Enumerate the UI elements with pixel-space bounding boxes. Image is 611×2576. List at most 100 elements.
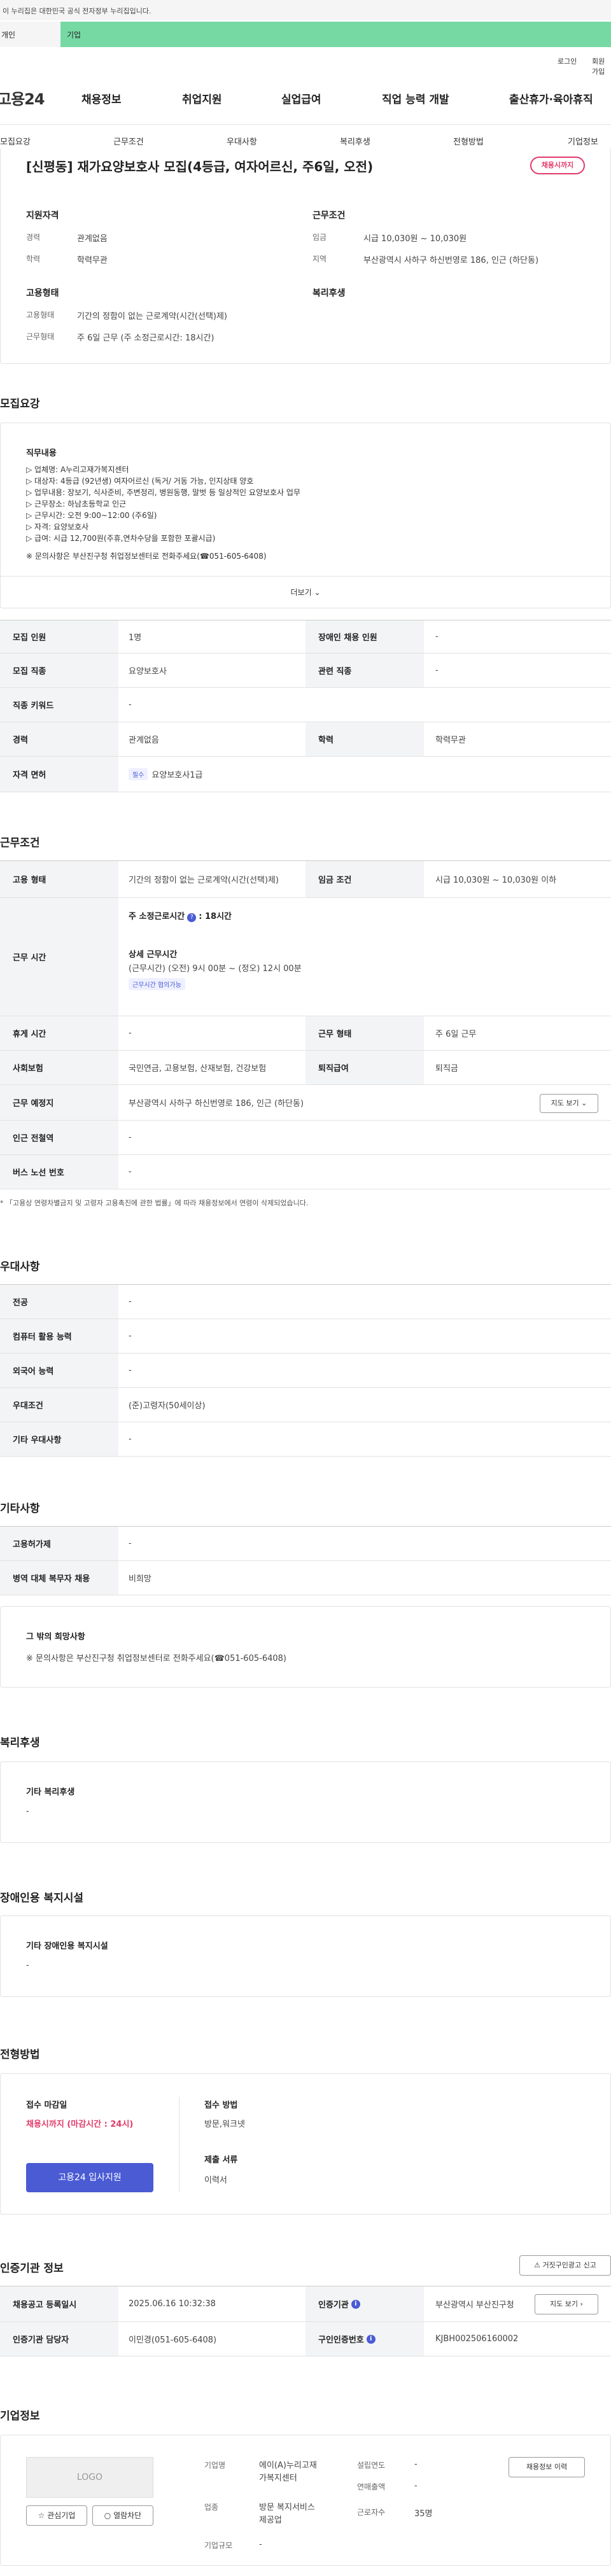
more-button[interactable]: 더보기 ⌄ xyxy=(1,576,610,608)
report-fake-ad-button[interactable]: ⚠ 거짓구인광고 신고 xyxy=(519,2255,611,2276)
circle-icon: ○ xyxy=(104,2511,114,2520)
block-company-button[interactable]: ○ 열람차단 xyxy=(92,2505,153,2526)
process-card: 접수 마감일 채용시까지 (마감시간 : 24시) 고용24 입사지원 접수 방… xyxy=(0,2073,611,2215)
age-notice: * 「고용상 연령차별금지 및 고령자 고용촉진에 관한 법률」에 따라 채용정… xyxy=(0,1199,309,1207)
section-nav-welfare[interactable]: 복리후생 xyxy=(340,135,370,147)
emp-type-label: 고용 형태 xyxy=(0,861,118,897)
detail-hours-title: 상세 근무시간 xyxy=(129,950,178,960)
worktype-value: 주 6일 근무 (주 소정근로시간: 18시간) xyxy=(77,333,214,343)
welfare-title: 복리후생 xyxy=(313,288,346,298)
gnb-employment-support[interactable]: 취업지원 xyxy=(182,90,222,106)
company-heading: 기업정보 xyxy=(0,2410,40,2423)
welfare-card-title: 기타 복리후생 xyxy=(26,1788,75,1797)
docs-value: 이력서 xyxy=(204,2176,227,2185)
wage-cond-label: 임금 조건 xyxy=(306,861,424,897)
etc-table: 고용허가제 - 병역 대체 복무자 채용 비희망 xyxy=(0,1526,611,1595)
fav-company-button[interactable]: ☆ 관심기업 xyxy=(26,2505,87,2526)
language-value: - xyxy=(129,1366,132,1375)
conditions-heading: 근무조건 xyxy=(0,837,40,850)
gnb-parental-leave[interactable]: 출산휴가·육아휴직 xyxy=(509,90,593,106)
chevron-down-icon: ⌄ xyxy=(581,1099,587,1107)
apply-button[interactable]: 고용24 입사지원 xyxy=(26,2163,153,2192)
disab-card-title: 기타 장애인용 복지시설 xyxy=(26,1942,108,1951)
cert-no-value: KJBH002506160002 xyxy=(435,2334,519,2344)
disabled-hire-value: - xyxy=(435,632,439,641)
major-value: - xyxy=(129,1297,132,1306)
section-nav-conditions[interactable]: 근무조건 xyxy=(113,135,144,147)
other-pref-label: 기타 우대사항 xyxy=(0,1422,118,1456)
related-job-label: 관련 직종 xyxy=(306,654,424,687)
gnb-jobs[interactable]: 채용정보 xyxy=(81,90,122,106)
deadline-label: 접수 마감일 xyxy=(26,2101,67,2110)
tab-personal[interactable]: 개인 xyxy=(0,22,60,47)
region-value: 부산광역시 사하구 하신번영로 186, 인근 (하단동) xyxy=(363,256,539,265)
career-label: 경력 xyxy=(26,233,41,242)
map-button[interactable]: 지도 보기 ⌄ xyxy=(540,1094,598,1113)
job-title: [신평동] 재가요양보호사 모집(4등급, 여자어르신, 주6일, 오전) xyxy=(26,159,374,174)
cert-org-label: 인증기관 xyxy=(318,2300,349,2310)
recruit-heading: 모집요강 xyxy=(0,398,40,410)
subway-label: 인근 전철역 xyxy=(0,1121,118,1154)
table-row: 사회보험 국민연금, 고용보험, 산재보험, 건강보험 퇴직급여 퇴직금 xyxy=(0,1051,611,1085)
history-button[interactable]: 채용정보 이력 xyxy=(509,2457,585,2477)
pref-cond-value: (준)고령자(50세이상) xyxy=(129,1401,206,1411)
military-label: 병역 대체 복무자 채용 xyxy=(0,1561,118,1595)
size-label: 기업규모 xyxy=(204,2541,233,2550)
company-name-label: 기업명 xyxy=(204,2461,226,2470)
cert-map-button[interactable]: 지도 보기 › xyxy=(535,2294,598,2314)
cond-title: 근무조건 xyxy=(313,211,346,221)
table-row: 전공 - xyxy=(0,1285,611,1319)
tab-business[interactable]: 기업 xyxy=(60,22,611,47)
disabled-hire-label: 장애인 채용 인원 xyxy=(306,620,424,653)
table-row: 휴게 시간 - 근무 형태 주 6일 근무 xyxy=(0,1016,611,1051)
worktype-label: 근무형태 xyxy=(26,332,55,341)
chevron-down-icon: ⌄ xyxy=(311,588,321,597)
gnb-unemployment-benefit[interactable]: 실업급여 xyxy=(281,90,321,106)
method-value: 방문,워크넷 xyxy=(204,2120,245,2129)
section-nav-process[interactable]: 전형방법 xyxy=(453,135,484,147)
permit-label: 고용허가제 xyxy=(0,1527,118,1560)
weekly-hours-label: 주 소정근로시간 xyxy=(129,912,185,921)
map-button-label: 지도 보기 xyxy=(551,1099,579,1107)
computer-value: - xyxy=(129,1331,132,1341)
hours-label: 근무 시간 xyxy=(0,898,118,1016)
military-value: 비희망 xyxy=(129,1574,151,1584)
company-name-line: 에이(A)누리고재 xyxy=(259,2461,317,2470)
gnb-vocational-training[interactable]: 직업 능력 개발 xyxy=(382,90,449,106)
info-icon[interactable]: i xyxy=(366,2334,376,2344)
duty-line: ▷ 대상자: 4등급 (92년생) 여자어르신 (독거/ 거동 가능, 인지상태… xyxy=(26,477,254,486)
info-icon[interactable]: i xyxy=(351,2299,360,2309)
wage-cond-value: 시급 10,030원 ~ 10,030원 이하 xyxy=(435,876,557,885)
company-name-line: 가복지센터 xyxy=(259,2474,297,2483)
language-label: 외국어 능력 xyxy=(0,1354,118,1387)
duty-line: ▷ 근무장소: 하남초등학교 인근 xyxy=(26,500,127,508)
section-nav-recruit[interactable]: 모집요강 xyxy=(0,135,31,147)
help-icon[interactable]: ? xyxy=(187,913,197,922)
table-row: 우대조건 (준)고령자(50세이상) xyxy=(0,1388,611,1422)
conditions-table: 고용 형태 기간의 정함이 없는 근로계약(시간(선택)제) 임금 조건 시급 … xyxy=(0,860,611,1200)
license-label: 자격 면허 xyxy=(0,757,118,792)
table-row: 기타 우대사항 - xyxy=(0,1422,611,1457)
job-type-label: 모집 직종 xyxy=(0,654,118,687)
table-row: 인근 전철역 - xyxy=(0,1121,611,1155)
company-card: LOGO ☆ 관심기업 ○ 열람차단 기업명 에이(A)누리고재 가복지센터 업종… xyxy=(0,2435,611,2566)
qual-title: 지원자격 xyxy=(26,211,59,221)
table-row: 직종 키워드 - xyxy=(0,688,611,722)
wishes-title: 그 밖의 희망사항 xyxy=(26,1632,85,1642)
duty-line: ▷ 자격: 요양보호사 xyxy=(26,522,89,531)
cert-no-label: 구인인증번호 xyxy=(318,2335,364,2345)
section-nav-preferences[interactable]: 우대사항 xyxy=(227,135,257,147)
site-logo[interactable]: 고용24 xyxy=(0,87,45,109)
section-nav-company[interactable]: 기업정보 xyxy=(568,135,598,147)
duty-lines: ▷ 업체명: A누리고재가복지센터 ▷ 대상자: 4등급 (92년생) 여자어르… xyxy=(26,464,300,562)
work-form-label: 근무 형태 xyxy=(306,1016,424,1050)
insurance-label: 사회보험 xyxy=(0,1051,118,1084)
subway-value: - xyxy=(129,1133,132,1142)
computer-label: 컴퓨터 활용 능력 xyxy=(0,1319,118,1353)
sales-label: 연매출액 xyxy=(357,2482,386,2491)
edu-value: 학력무관 xyxy=(77,256,108,265)
table-row: 컴퓨터 활용 능력 - xyxy=(0,1319,611,1354)
deadline-badge: 채용시까지 xyxy=(530,157,585,174)
login-link[interactable]: 로그인 xyxy=(558,56,577,66)
signup-link[interactable]: 회원가입 xyxy=(592,56,611,76)
